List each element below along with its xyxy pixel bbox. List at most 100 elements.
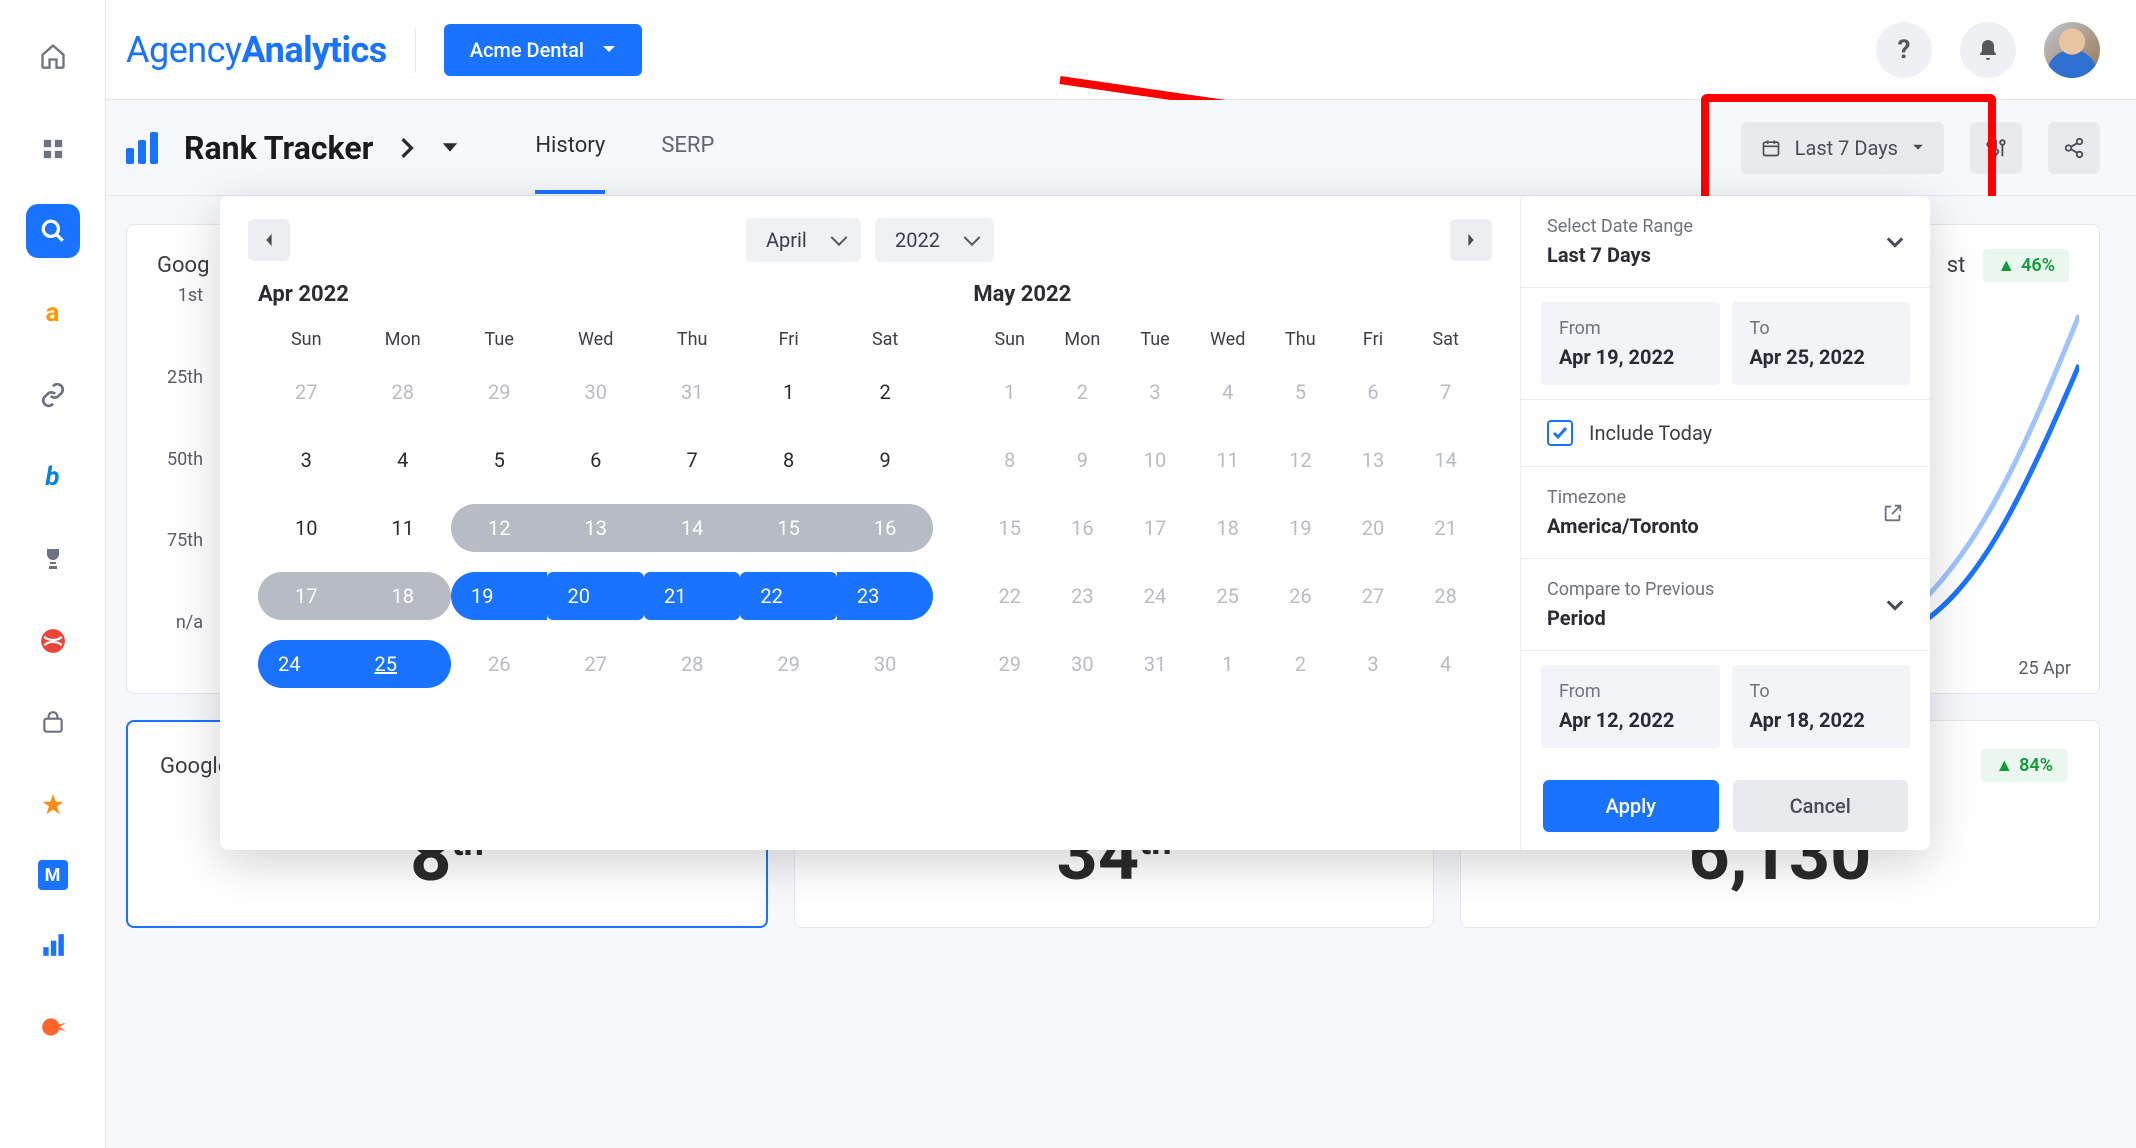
calendar-day[interactable]: 14 [1409,436,1482,484]
compare-to-box[interactable]: To Apr 18, 2022 [1732,665,1911,748]
calendar-day[interactable]: 8 [973,436,1046,484]
calendar-day[interactable]: 22 [973,572,1046,620]
calendar-day[interactable]: 27 [547,640,643,688]
calendar-day[interactable]: 12 [451,504,547,552]
compare-from-box[interactable]: From Apr 12, 2022 [1541,665,1720,748]
year-select[interactable]: 2022 [875,218,994,262]
calendar-day[interactable]: 23 [837,572,933,620]
compare-row[interactable]: Compare to Previous Period [1521,559,1930,651]
calendar-day[interactable]: 29 [973,640,1046,688]
calendar-day[interactable]: 22 [740,572,836,620]
search-icon[interactable] [26,204,80,258]
brand-logo[interactable]: AgencyAnalytics [126,29,387,71]
calendar-day[interactable]: 20 [547,572,643,620]
calendar-day[interactable]: 6 [1337,368,1410,416]
calendar-day[interactable]: 2 [1046,368,1119,416]
page-dropdown-icon[interactable] [441,142,459,154]
calendar-day[interactable]: 3 [258,436,354,484]
calendar-day[interactable]: 19 [451,572,547,620]
calendar-day[interactable]: 7 [1409,368,1482,416]
calendar-day[interactable]: 5 [451,436,547,484]
calendar-day[interactable]: 28 [1409,572,1482,620]
calendar-day[interactable]: 16 [837,504,933,552]
calendar-day[interactable]: 4 [1191,368,1264,416]
tab-serp[interactable]: SERP [661,101,714,194]
link-icon[interactable] [26,368,80,422]
calendar-day[interactable]: 25 [1191,572,1264,620]
calendar-day[interactable]: 17 [1119,504,1192,552]
calendar-day[interactable]: 12 [1264,436,1337,484]
calendar-day[interactable]: 7 [644,436,740,484]
calendar-day[interactable]: 1 [1191,640,1264,688]
calendar-day[interactable]: 26 [451,640,547,688]
m-icon[interactable]: M [38,860,68,890]
to-date-box[interactable]: To Apr 25, 2022 [1732,302,1911,385]
settings-sliders-button[interactable] [1970,122,2022,174]
user-avatar[interactable] [2044,22,2100,78]
calendar-day[interactable]: 24 [1119,572,1192,620]
calendar-day[interactable]: 2 [1264,640,1337,688]
calendar-day[interactable]: 13 [1337,436,1410,484]
calendar-day[interactable]: 4 [354,436,450,484]
calendar-day[interactable]: 21 [1409,504,1482,552]
cancel-button[interactable]: Cancel [1733,780,1909,832]
prev-month-button[interactable] [248,219,290,261]
calendar-day[interactable]: 23 [1046,572,1119,620]
semrush-icon[interactable] [26,1000,80,1054]
calendar-day[interactable]: 15 [740,504,836,552]
calendar-day[interactable]: 4 [1409,640,1482,688]
trophy-icon[interactable] [26,532,80,586]
apply-button[interactable]: Apply [1543,780,1719,832]
calendar-day[interactable]: 24 [258,640,354,688]
calendar-day[interactable]: 1 [740,368,836,416]
calendar-day[interactable]: 2 [837,368,933,416]
timezone-row[interactable]: Timezone America/Toronto [1521,467,1930,559]
calendar-day[interactable]: 29 [451,368,547,416]
help-button[interactable]: ? [1876,22,1932,78]
next-month-button[interactable] [1450,219,1492,261]
calendar-day[interactable]: 27 [258,368,354,416]
calendar-day[interactable]: 9 [837,436,933,484]
calendar-day[interactable]: 28 [354,368,450,416]
calendar-day[interactable]: 19 [1264,504,1337,552]
calendar-day[interactable]: 26 [1264,572,1337,620]
amazon-icon[interactable]: a [26,286,80,340]
calendar-day[interactable]: 6 [547,436,643,484]
calendar-day[interactable]: 13 [547,504,643,552]
home-button[interactable] [0,12,105,100]
calendar-day[interactable]: 31 [644,368,740,416]
calendar-day[interactable]: 9 [1046,436,1119,484]
calendar-day[interactable]: 18 [354,572,450,620]
calendar-day[interactable]: 1 [973,368,1046,416]
month-select[interactable]: April [746,218,861,262]
share-button[interactable] [2048,122,2100,174]
bing-icon[interactable]: b [26,450,80,504]
globe-icon[interactable] [26,614,80,668]
client-dropdown[interactable]: Acme Dental [444,24,642,76]
calendar-day[interactable]: 10 [1119,436,1192,484]
shopping-icon[interactable] [26,696,80,750]
date-range-button[interactable]: Last 7 Days [1741,122,1944,174]
calendar-day[interactable]: 21 [644,572,740,620]
calendar-day[interactable]: 25 [354,640,450,688]
calendar-day[interactable]: 28 [644,640,740,688]
calendar-day[interactable]: 8 [740,436,836,484]
calendar-day[interactable]: 10 [258,504,354,552]
calendar-day[interactable]: 30 [837,640,933,688]
calendar-day[interactable]: 30 [1046,640,1119,688]
dashboard-icon[interactable] [26,122,80,176]
calendar-day[interactable]: 16 [1046,504,1119,552]
bars-icon[interactable] [26,918,80,972]
calendar-day[interactable]: 14 [644,504,740,552]
calendar-day[interactable]: 20 [1337,504,1410,552]
calendar-day[interactable]: 11 [1191,436,1264,484]
calendar-day[interactable]: 27 [1337,572,1410,620]
tab-history[interactable]: History [535,101,605,194]
calendar-day[interactable]: 15 [973,504,1046,552]
calendar-day[interactable]: 11 [354,504,450,552]
calendar-day[interactable]: 17 [258,572,354,620]
calendar-day[interactable]: 3 [1119,368,1192,416]
calendar-day[interactable]: 29 [740,640,836,688]
calendar-day[interactable]: 30 [547,368,643,416]
preset-range-row[interactable]: Select Date Range Last 7 Days [1521,196,1930,288]
